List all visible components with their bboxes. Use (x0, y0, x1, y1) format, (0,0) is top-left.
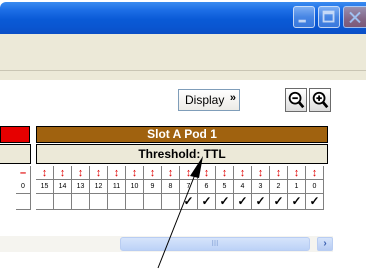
zoom-in-icon (312, 91, 329, 109)
channel-check-cell[interactable]: ✓ (234, 194, 252, 210)
channel-number: 15 (36, 180, 54, 194)
scroll-thumb[interactable]: III (120, 237, 310, 251)
channel-check-cell[interactable]: ✓ (198, 194, 216, 210)
scroll-right-button[interactable]: › (317, 237, 333, 251)
channel-arrow-icon[interactable]: ↕ (270, 166, 288, 180)
channel-arrow-icon[interactable]: ↕ (198, 166, 216, 180)
channel-check-cell[interactable]: ✓ (306, 194, 324, 210)
left-dash: – (16, 166, 31, 180)
minimize-icon (298, 19, 306, 23)
channel-check-cell[interactable]: ✓ (288, 194, 306, 210)
channel-grid: Slot A Pod 1 Threshold: TTL – 0 ↕ 15 ↕ 14 ↕ 1… (0, 126, 330, 220)
maximize-icon (322, 10, 335, 23)
channel-number: 7 (180, 180, 198, 194)
minimize-button[interactable] (293, 6, 315, 28)
channel-arrow-icon[interactable]: ↕ (216, 166, 234, 180)
threshold-header[interactable]: Threshold: TTL (36, 144, 328, 164)
maximize-button[interactable] (318, 6, 340, 28)
zoom-out-icon (288, 91, 305, 109)
channel-number: 1 (288, 180, 306, 194)
left-channel-number: 0 (16, 180, 31, 194)
channel-number: 11 (108, 180, 126, 194)
channel-check-cell[interactable] (108, 194, 126, 210)
channel-number: 14 (54, 180, 72, 194)
display-dropdown[interactable]: Display » (178, 89, 240, 111)
channel-number: 3 (252, 180, 270, 194)
channel-arrow-icon[interactable]: ↕ (144, 166, 162, 180)
channel-check-cell[interactable] (90, 194, 108, 210)
channel-check-cell[interactable] (162, 194, 180, 210)
channel-arrow-icon[interactable]: ↕ (306, 166, 324, 180)
channel-check-cell[interactable] (126, 194, 144, 210)
channel-number: 9 (144, 180, 162, 194)
channel-check-cell[interactable]: ✓ (270, 194, 288, 210)
channel-number: 10 (126, 180, 144, 194)
zoom-in-button[interactable] (309, 88, 331, 112)
channel-number: 12 (90, 180, 108, 194)
channel-check-cell[interactable]: ✓ (216, 194, 234, 210)
channel-arrow-icon[interactable]: ↕ (126, 166, 144, 180)
channel-arrow-icon[interactable]: ↕ (288, 166, 306, 180)
slot-header[interactable]: Slot A Pod 1 (36, 126, 328, 143)
red-slot-header (0, 126, 30, 143)
dropdown-arrow-icon: » (229, 92, 236, 104)
channel-arrow-icon[interactable]: ↕ (162, 166, 180, 180)
separator (0, 70, 366, 71)
channel-number: 2 (270, 180, 288, 194)
channel-arrow-icon[interactable]: ↕ (54, 166, 72, 180)
channel-arrow-icon[interactable]: ↕ (234, 166, 252, 180)
close-button[interactable] (343, 6, 366, 28)
left-subheader (0, 144, 31, 164)
channel-number: 0 (306, 180, 324, 194)
left-check-cell (16, 194, 31, 210)
display-label: Display (185, 93, 225, 107)
channel-arrow-icon[interactable]: ↕ (180, 166, 198, 180)
close-icon (349, 11, 361, 24)
channel-number: 6 (198, 180, 216, 194)
channel-number: 4 (234, 180, 252, 194)
channel-number: 13 (72, 180, 90, 194)
channel-check-cell[interactable]: ✓ (180, 194, 198, 210)
channel-arrow-icon[interactable]: ↕ (108, 166, 126, 180)
channel-number: 5 (216, 180, 234, 194)
channel-check-cell[interactable]: ✓ (252, 194, 270, 210)
channel-check-cell[interactable] (54, 194, 72, 210)
channel-arrow-icon[interactable]: ↕ (72, 166, 90, 180)
zoom-out-button[interactable] (285, 88, 307, 112)
channel-arrow-icon[interactable]: ↕ (252, 166, 270, 180)
channel-arrow-icon[interactable]: ↕ (36, 166, 54, 180)
channel-number: 8 (162, 180, 180, 194)
channel-check-cell[interactable] (36, 194, 54, 210)
channel-arrow-icon[interactable]: ↕ (90, 166, 108, 180)
channel-check-cell[interactable] (72, 194, 90, 210)
channel-check-cell[interactable] (144, 194, 162, 210)
